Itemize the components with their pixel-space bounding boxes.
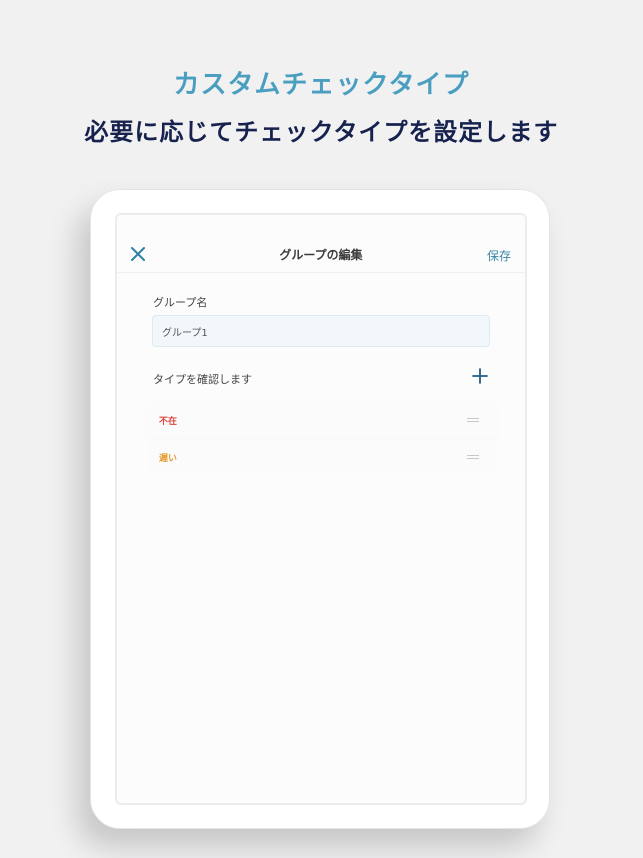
app-screen: グループの編集 保存 グループ名 タイプを確認します 不在 遅い — [115, 213, 527, 805]
save-button[interactable]: 保存 — [487, 247, 511, 264]
type-row-absent[interactable]: 不在 — [147, 402, 497, 438]
group-name-label: グループ名 — [153, 296, 208, 309]
check-types-label: タイプを確認します — [153, 373, 252, 386]
group-name-input[interactable] — [152, 315, 490, 347]
type-name-late: 遅い — [159, 454, 178, 464]
drag-handle-icon[interactable] — [467, 453, 481, 461]
page-title: グループの編集 — [279, 248, 363, 262]
type-row-late[interactable]: 遅い — [147, 439, 497, 475]
plus-icon — [472, 368, 488, 384]
drag-handle-icon[interactable] — [467, 416, 481, 424]
tablet-frame: グループの編集 保存 グループ名 タイプを確認します 不在 遅い — [90, 189, 550, 829]
type-name-absent: 不在 — [159, 417, 178, 427]
add-type-button[interactable] — [471, 367, 489, 385]
navigation-bar: グループの編集 保存 — [117, 215, 525, 273]
promo-title: カスタムチェックタイプ — [173, 70, 470, 100]
promo-subtitle: 必要に応じてチェックタイプを設定します — [84, 118, 559, 146]
